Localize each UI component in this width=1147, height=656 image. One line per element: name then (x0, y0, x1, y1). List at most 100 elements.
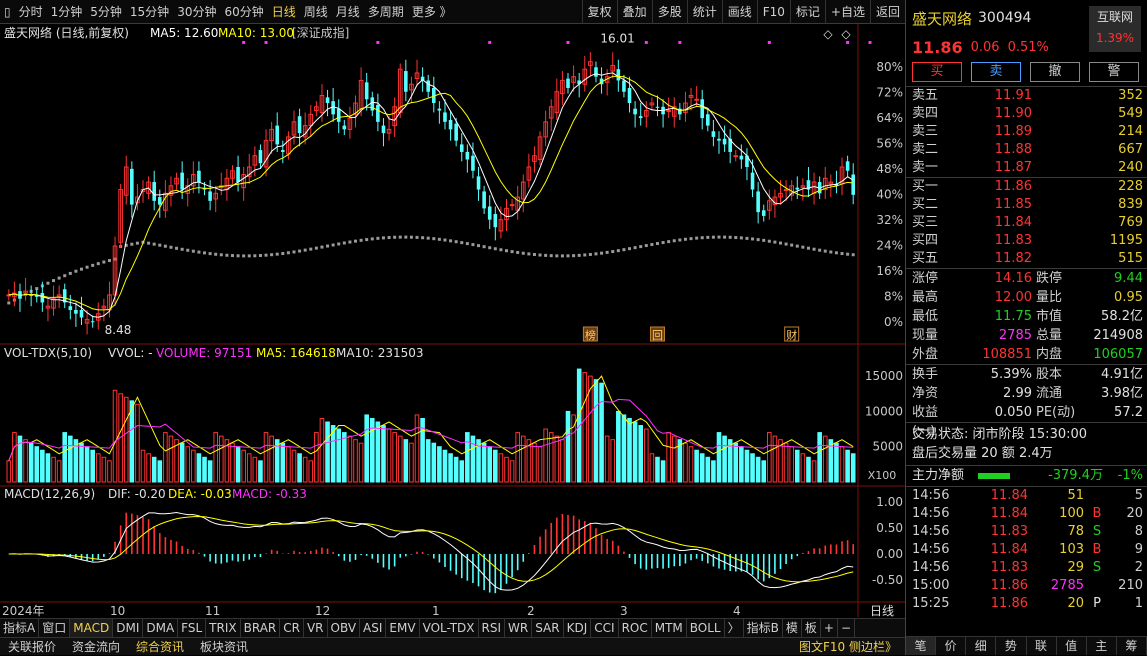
panel-tab-3[interactable]: 势 (996, 637, 1027, 655)
panel-tab-2[interactable]: 细 (966, 637, 997, 655)
status-right[interactable]: 图文F10 侧边栏》 (791, 638, 905, 655)
bids-price: 11.85 (994, 197, 1032, 212)
sector-tag[interactable]: 互联网 1.39% (1089, 6, 1141, 52)
period-tab-5[interactable]: 60分钟 (220, 3, 267, 20)
ma10-label: MA10: 13.00 (218, 26, 294, 40)
index-mark (152, 242, 156, 246)
index-mark (544, 253, 548, 257)
indicator-tab-27[interactable]: − (838, 618, 856, 638)
period-tab-6[interactable]: 日线 (268, 3, 300, 20)
status-tab-3[interactable]: 板块资讯 (192, 638, 256, 655)
indicator-tab-3[interactable]: DMI (113, 618, 144, 638)
index-mark (236, 254, 240, 258)
indicator-tab-9[interactable]: VR (304, 618, 328, 638)
indicator-tab-7[interactable]: BRAR (241, 618, 281, 638)
period-tab-10[interactable]: 更多 》 (408, 3, 456, 20)
indicator-tab-22[interactable]: 〉 (725, 618, 744, 638)
toolbar-button-5[interactable]: F10 (756, 0, 790, 24)
toolbar-button-3[interactable]: 统计 (686, 0, 722, 24)
panel-tab-4[interactable]: 联 (1027, 637, 1057, 655)
trade-button-0[interactable]: 买 (912, 62, 962, 82)
period-tab-8[interactable]: 月线 (332, 3, 364, 20)
candle-body (448, 119, 453, 130)
status-tab-1[interactable]: 资金流向 (64, 638, 128, 655)
info-label: 外盘 (912, 347, 939, 362)
panel-tab-7[interactable]: 筹 (1117, 637, 1147, 655)
indicator-tab-14[interactable]: RSI (479, 618, 506, 638)
toolbar-button-6[interactable]: 标记 (789, 0, 825, 24)
volume-bar (397, 435, 403, 483)
volume-bar (465, 432, 470, 483)
volume-bar (347, 435, 353, 483)
candle-body (633, 108, 637, 115)
index-mark (510, 250, 514, 254)
status-tab-0[interactable]: 关联报价 (0, 638, 64, 655)
period-tab-2[interactable]: 5分钟 (86, 3, 126, 20)
info-value: 108851 (982, 347, 1032, 362)
trade-button-3[interactable]: 警 (1089, 62, 1139, 82)
indicator-tab-26[interactable]: + (821, 618, 838, 638)
toolbar-button-8[interactable]: 返回 (869, 0, 905, 24)
indicator-tab-4[interactable]: DMA (143, 618, 179, 638)
status-tab-2[interactable]: 综合资讯 (128, 638, 192, 655)
tick-list[interactable]: 14:56 11.84 51 5 14:56 11.84 100 B 20 14:56 11.83 7… (906, 487, 1147, 613)
indicator-tab-15[interactable]: WR (505, 618, 533, 638)
indicator-tab-19[interactable]: ROC (619, 618, 652, 638)
volume-bar (151, 456, 157, 483)
toolbar-button-0[interactable]: 复权 (581, 0, 617, 24)
info-value: 214908 (1093, 328, 1143, 343)
info-label: 市值 (1036, 309, 1063, 324)
index-mark (706, 235, 710, 239)
period-tab-7[interactable]: 周线 (300, 3, 332, 20)
bids-price: 11.86 (994, 179, 1032, 194)
period-tab-9[interactable]: 多周期 (364, 3, 408, 20)
indicator-tab-21[interactable]: BOLL (687, 618, 725, 638)
indicator-tab-18[interactable]: CCI (591, 618, 619, 638)
indicator-tab-17[interactable]: KDJ (564, 618, 592, 638)
volume-bar (325, 421, 330, 483)
panel-tab-5[interactable]: 值 (1057, 637, 1087, 655)
period-tab-4[interactable]: 30分钟 (173, 3, 220, 20)
volume-bar (79, 442, 84, 483)
panel-tab-0[interactable]: 笔 (906, 637, 937, 655)
indicator-tab-25[interactable]: 板 (802, 618, 821, 638)
indicator-tab-8[interactable]: CR (280, 618, 304, 638)
indicator-tab-6[interactable]: TRIX (206, 618, 241, 638)
toolbar-button-4[interactable]: 画线 (721, 0, 757, 24)
period-tab-0[interactable]: 分时 (15, 3, 47, 20)
tick-side: S (1092, 524, 1102, 539)
trade-button-2[interactable]: 撤 (1030, 62, 1080, 82)
indicator-tab-12[interactable]: EMV (386, 618, 420, 638)
index-mark (57, 276, 61, 280)
toolbar-button-1[interactable]: 叠加 (616, 0, 652, 24)
macd-title: MACD(12,26,9) (4, 487, 95, 501)
bids-row: 买二 11.85 839 (906, 196, 1147, 214)
pct-tick-label: 0% (884, 315, 903, 329)
trade-button-1[interactable]: 卖 (971, 62, 1021, 82)
indicator-tab-10[interactable]: OBV (328, 618, 361, 638)
indicator-tab-0[interactable]: 指标A (0, 618, 40, 638)
volume-bar (269, 435, 274, 483)
info-label: 净资 (912, 386, 939, 401)
panel-tab-1[interactable]: 价 (936, 637, 967, 655)
panel-tab-6[interactable]: 主 (1087, 637, 1117, 655)
indicator-tab-23[interactable]: 指标B (744, 618, 783, 638)
indicator-tab-11[interactable]: ASI (360, 618, 387, 638)
toolbar-button-7[interactable]: +自选 (824, 0, 870, 24)
menu-icon[interactable]: ▯ (0, 5, 15, 19)
kline-chart[interactable]: 盛天网络 (日线,前复权) MA5: 12.60 MA10: 13.00[深证成指]… (0, 24, 905, 617)
indicator-tab-2[interactable]: MACD (70, 618, 114, 638)
price-change: 0.06 (970, 39, 1000, 55)
indicator-tab-20[interactable]: MTM (652, 618, 687, 638)
indicator-tab-1[interactable]: 窗口 (39, 618, 71, 638)
indicator-tab-16[interactable]: SAR (532, 618, 564, 638)
candle-body (152, 182, 156, 201)
indicator-tab-5[interactable]: FSL (178, 618, 207, 638)
toolbar-button-2[interactable]: 多股 (651, 0, 687, 24)
period-tab-3[interactable]: 15分钟 (126, 3, 173, 20)
signal-dot (678, 41, 682, 44)
indicator-tab-13[interactable]: VOL-TDX (420, 618, 479, 638)
indicator-tab-24[interactable]: 模 (783, 618, 802, 638)
volume-bar (179, 442, 185, 483)
period-tab-1[interactable]: 1分钟 (47, 3, 87, 20)
